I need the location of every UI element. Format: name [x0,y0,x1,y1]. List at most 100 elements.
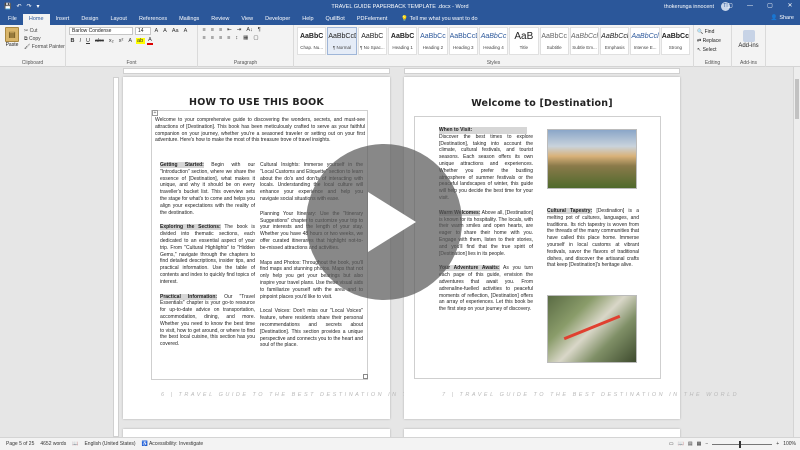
page-count[interactable]: Page 5 of 25 [6,441,34,447]
style-heading-4[interactable]: AaBbCc Heading 4 [478,27,509,55]
style-subtle-emphasis[interactable]: AaBbCcl Subtle Em... [569,27,600,55]
style-heading-2[interactable]: AaBbCc Heading 2 [418,27,448,55]
style-heading-1[interactable]: AaBbC Heading 1 [387,27,418,55]
strikethrough-button[interactable]: abc [94,38,106,44]
clear-formatting-button[interactable]: A [182,28,189,34]
ribbon-display-icon[interactable]: ▢ [720,0,740,13]
highlight-button[interactable]: ab [135,38,145,44]
line-spacing-icon[interactable]: ↕ [234,35,240,41]
accessibility-status[interactable]: ♿ Accessibility: Investigate [142,441,204,447]
focus-icon[interactable]: ▭ [669,441,674,447]
proofing-icon[interactable]: 📖 [72,441,78,447]
save-icon[interactable]: 💾 [4,3,11,10]
multilevel-list-icon[interactable]: ≡ [217,27,223,33]
bold-button[interactable]: B [69,38,76,44]
font-color-button[interactable]: A [146,37,154,45]
user-name[interactable]: thokerunga innocent [664,4,714,10]
style-emphasis[interactable]: AaBbCcl Emphasis [600,27,630,55]
tab-help[interactable]: Help [296,14,319,25]
format-painter-button[interactable]: 🖌 Format Painter [24,44,65,50]
tab-layout[interactable]: Layout [104,14,133,25]
paste-button[interactable]: ▤ Paste [3,27,21,48]
read-mode-icon[interactable]: 📖 [678,441,684,447]
document-canvas[interactable]: HOW TO USE THIS BOOK + Welcome to your c… [0,67,800,437]
redo-icon[interactable]: ↷ [27,3,32,10]
scrollbar-thumb[interactable] [795,79,799,119]
tab-pdfelement[interactable]: PDFelement [351,14,394,25]
zoom-level[interactable]: 100% [783,441,796,447]
share-button[interactable]: 👤 Share [771,15,794,21]
style-intense-emphasis[interactable]: AaBbCcl Intense E... [630,27,660,55]
tab-design[interactable]: Design [75,14,104,25]
customize-qat-icon[interactable]: ▾ [37,3,40,10]
decrease-indent-icon[interactable]: ⇤ [226,27,234,33]
font-size-select[interactable]: 14 [135,27,151,35]
increase-indent-icon[interactable]: ⇥ [235,27,243,33]
word-count[interactable]: 4652 words [40,441,66,447]
maximize-button[interactable]: ▢ [760,0,780,13]
video-play-button[interactable] [306,144,462,300]
justify-icon[interactable]: ≡ [226,35,232,41]
change-case-button[interactable]: Aa [170,28,180,34]
close-button[interactable]: ✕ [780,0,800,13]
zoom-in-button[interactable]: + [776,441,779,447]
align-left-icon[interactable]: ≡ [201,35,207,41]
align-right-icon[interactable]: ≡ [217,35,223,41]
web-layout-icon[interactable]: ▦ [697,441,702,447]
tab-insert[interactable]: Insert [50,14,76,25]
zoom-out-button[interactable]: − [705,441,708,447]
superscript-button[interactable]: x² [117,38,125,44]
horizontal-ruler[interactable] [123,68,390,74]
shrink-font-button[interactable]: A [162,28,169,34]
style-no-spacing[interactable]: AaBbC ¶ No Spac... [357,27,387,55]
tab-developer[interactable]: Developer [259,14,296,25]
minimize-button[interactable]: — [740,0,760,13]
map-photo[interactable] [547,295,637,363]
print-layout-icon[interactable]: ▤ [688,441,693,447]
text-effects-button[interactable]: A [127,38,134,44]
find-button[interactable]: 🔍 Find [697,29,728,35]
cut-button[interactable]: ✂ Cut [24,28,65,34]
resize-handle[interactable] [363,374,368,379]
style-title[interactable]: AaB Title [509,27,539,55]
underline-button[interactable]: U [85,38,92,44]
zoom-slider[interactable] [712,440,773,448]
tab-view[interactable]: View [235,14,259,25]
language[interactable]: English (United States) [84,441,135,447]
tell-me-search[interactable]: 💡 Tell me what you want to do [401,14,477,25]
grow-font-button[interactable]: A [153,28,160,34]
move-handle-icon[interactable]: + [152,110,158,116]
italic-button[interactable]: I [78,38,83,44]
style-heading-3[interactable]: AaBbCcD Heading 3 [448,27,478,55]
shading-icon[interactable]: ▦ [242,35,250,41]
vertical-ruler[interactable] [113,77,119,437]
numbering-icon[interactable]: ≡ [209,27,215,33]
horizontal-ruler-right[interactable] [404,68,680,74]
style-strong[interactable]: AaBbCc Strong [660,27,691,55]
next-page-right[interactable] [404,429,680,437]
undo-icon[interactable]: ↶ [16,3,21,10]
select-button[interactable]: ↖ Select [697,47,728,53]
tab-review[interactable]: Review [205,14,235,25]
zoom-slider-knob[interactable] [739,440,742,448]
pilcrow-icon[interactable]: ¶ [256,27,262,33]
style-normal[interactable]: AaBbCcD ¶ Normal [327,27,357,55]
font-family-select[interactable]: Barlow Condense [69,27,133,35]
tab-references[interactable]: References [133,14,173,25]
style-chapter-number[interactable]: AaBbC Chap. Nu... [297,27,327,55]
addins-button[interactable]: Add-ins [738,43,758,49]
addins-icon[interactable] [742,30,755,42]
borders-icon[interactable]: ▢ [252,35,260,41]
copy-button[interactable]: ⧉ Copy [24,36,65,42]
tab-quillbot[interactable]: QuillBot [320,14,351,25]
tab-file[interactable]: File [2,14,23,25]
tab-home[interactable]: Home [22,14,50,25]
subscript-button[interactable]: x₂ [107,38,115,44]
tab-mailings[interactable]: Mailings [173,14,205,25]
sort-icon[interactable]: A↓ [245,27,254,33]
landscape-photo[interactable] [547,129,637,189]
align-center-icon[interactable]: ≡ [209,35,215,41]
vertical-scrollbar[interactable] [793,67,800,437]
replace-button[interactable]: ⇄ Replace [697,38,728,44]
next-page-left[interactable] [123,429,390,437]
